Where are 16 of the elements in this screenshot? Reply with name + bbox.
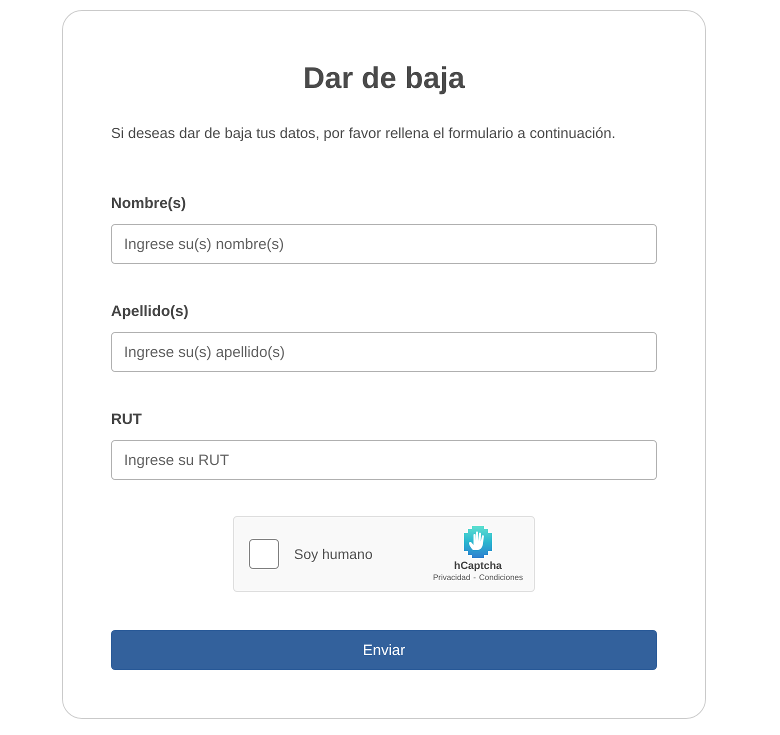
submit-button[interactable]: Enviar xyxy=(111,630,657,670)
text-input-field[interactable]: Ingrese su(s) nombre(s) xyxy=(111,224,657,264)
hand-logo-icon xyxy=(464,526,492,558)
intro-text: Si deseas dar de baja tus datos, por favor rellena el formulario a continuación. xyxy=(111,125,617,144)
captcha-label: Soy humano xyxy=(294,546,373,562)
captcha-link[interactable]: Privacidad xyxy=(432,572,470,582)
captcha-checkbox[interactable] xyxy=(249,539,279,569)
form-title: Dar de baja xyxy=(302,61,466,97)
captcha-brand: hCaptcha xyxy=(454,560,502,572)
field-label: Apellido(s) xyxy=(111,302,188,322)
link-separator: - xyxy=(473,572,476,582)
captcha-link[interactable]: Condiciones xyxy=(478,572,523,582)
text-input-field[interactable]: Ingrese su(s) apellido(s) xyxy=(111,332,657,372)
field-label: Nombre(s) xyxy=(111,194,186,214)
field-label: RUT xyxy=(111,410,142,430)
text-input-field[interactable]: Ingrese su RUT xyxy=(111,440,657,480)
